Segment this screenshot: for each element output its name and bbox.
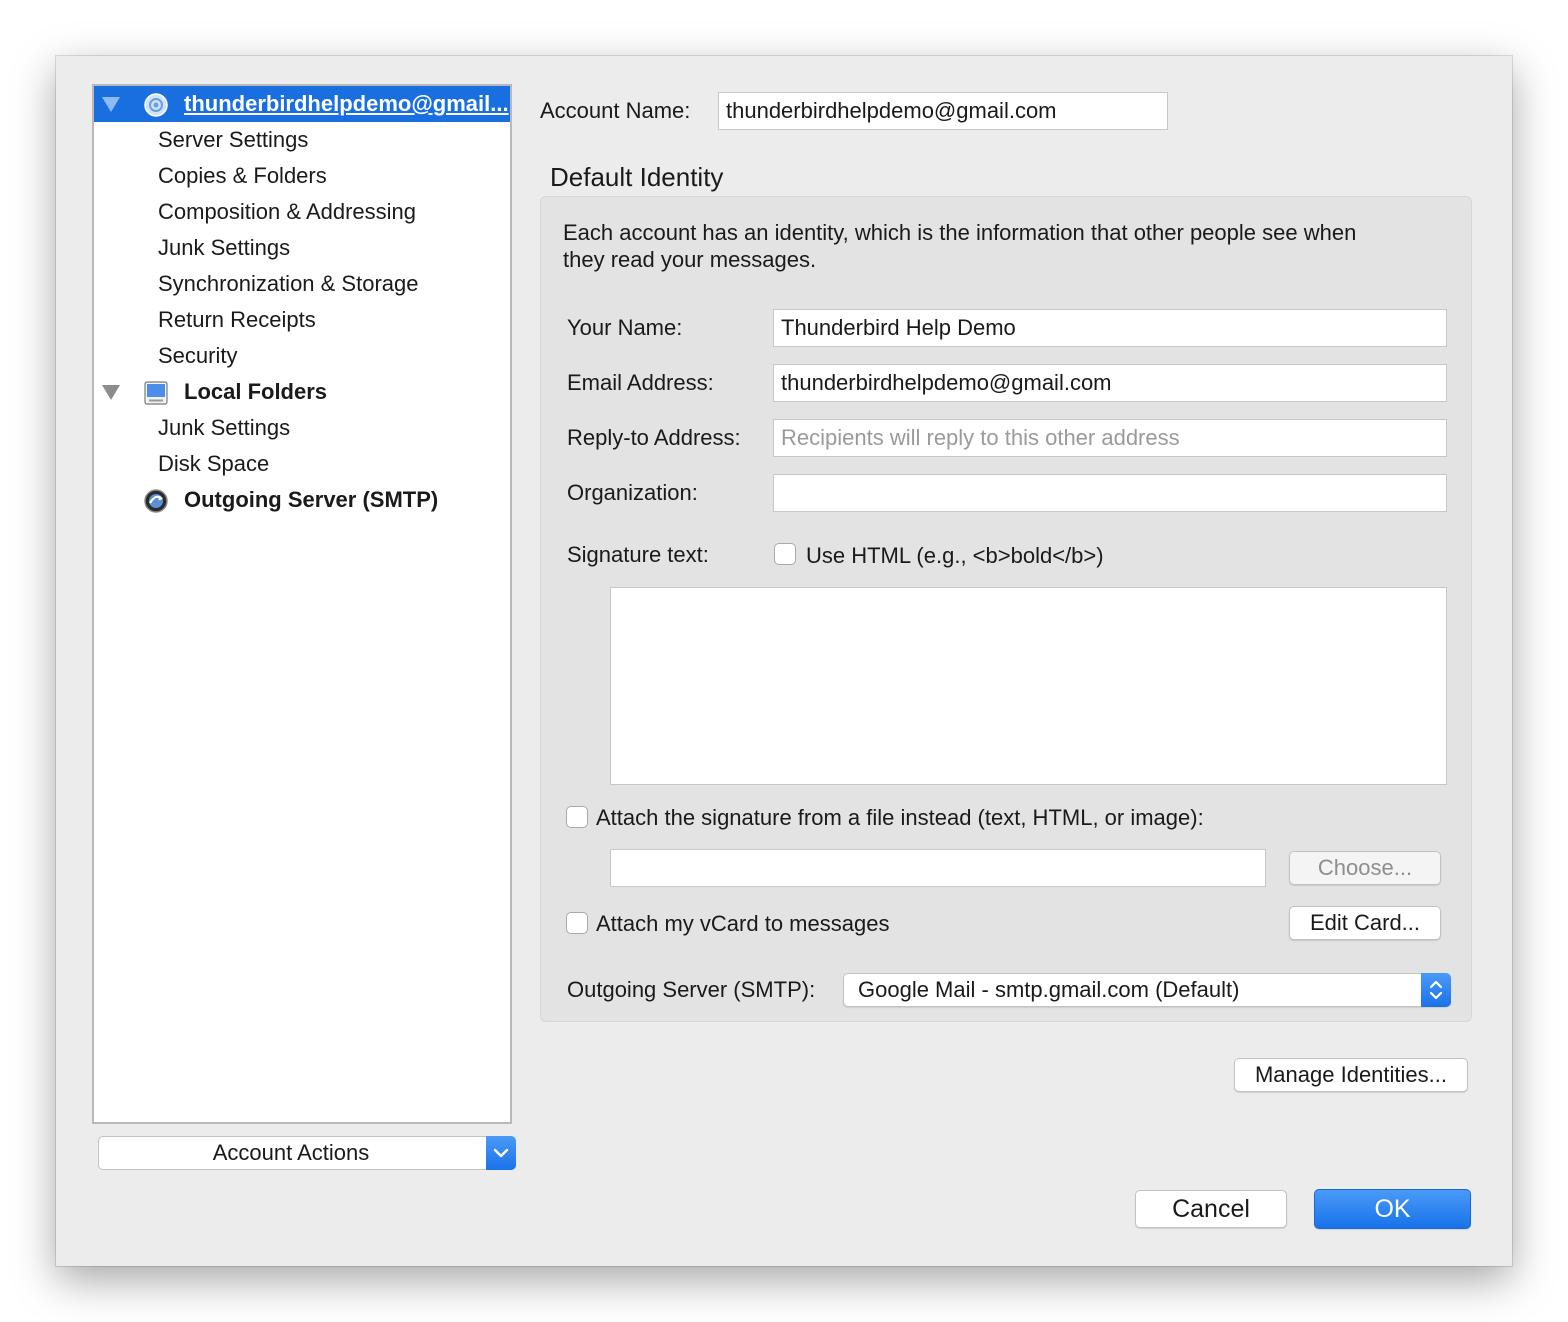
- manage-identities-button[interactable]: Manage Identities...: [1234, 1058, 1468, 1092]
- tree-item-label: Disk Space: [158, 451, 270, 476]
- tree-item-label: Server Settings: [158, 127, 309, 152]
- account-name-field[interactable]: thunderbirdhelpdemo@gmail.com: [718, 92, 1168, 130]
- tree-item-composition-addressing[interactable]: Composition & Addressing: [94, 194, 510, 230]
- tree-item-label: Security: [158, 343, 238, 368]
- tree-item-synchronization-storage[interactable]: Synchronization & Storage: [94, 266, 510, 302]
- computer-icon: [144, 380, 168, 405]
- reply-to-field[interactable]: Recipients will reply to this other addr…: [773, 419, 1447, 457]
- tree-item-label: Local Folders: [184, 379, 328, 404]
- use-html-checkbox[interactable]: [774, 543, 796, 565]
- signature-textarea[interactable]: [610, 587, 1447, 785]
- ok-button[interactable]: OK: [1314, 1189, 1471, 1229]
- tree-item-label: Copies & Folders: [158, 163, 327, 188]
- tree-item-label: Outgoing Server (SMTP): [184, 487, 439, 512]
- attach-signature-checkbox[interactable]: [566, 806, 588, 828]
- edit-card-button[interactable]: Edit Card...: [1289, 906, 1441, 940]
- tree-item-account[interactable]: thunderbirdhelpdemo@gmail...: [94, 86, 510, 122]
- tree-item-outgoing-server[interactable]: Outgoing Server (SMTP): [94, 482, 510, 518]
- outgoing-server-select[interactable]: Google Mail - smtp.gmail.com (Default): [843, 973, 1451, 1007]
- tree-item-label: thunderbirdhelpdemo@gmail...: [184, 91, 509, 116]
- your-name-field[interactable]: Thunderbird Help Demo: [773, 309, 1447, 347]
- account-actions-label: Account Actions: [212, 1140, 370, 1165]
- tree-item-label: Return Receipts: [158, 307, 316, 332]
- tree-item-label: Synchronization & Storage: [158, 271, 419, 296]
- email-address-label: Email Address:: [567, 370, 714, 395]
- triangle-down-icon[interactable]: [102, 385, 120, 400]
- triangle-down-icon[interactable]: [102, 97, 120, 112]
- outgoing-server-label: Outgoing Server (SMTP):: [567, 977, 816, 1002]
- account-tree[interactable]: thunderbirdhelpdemo@gmail... Server Sett…: [92, 84, 512, 1124]
- globe-icon: [144, 488, 168, 513]
- tree-item-copies-folders[interactable]: Copies & Folders: [94, 158, 510, 194]
- signature-file-field[interactable]: [610, 849, 1266, 887]
- at-icon: [144, 92, 168, 117]
- tree-item-disk-space[interactable]: Disk Space: [94, 446, 510, 482]
- email-address-field[interactable]: thunderbirdhelpdemo@gmail.com: [773, 364, 1447, 402]
- outgoing-server-value: Google Mail - smtp.gmail.com (Default): [858, 977, 1240, 1002]
- tree-item-label: Junk Settings: [158, 415, 291, 440]
- reply-to-label: Reply-to Address:: [567, 425, 741, 450]
- organization-label: Organization:: [567, 480, 698, 505]
- attach-vcard-checkbox[interactable]: [566, 912, 588, 934]
- attach-vcard-label: Attach my vCard to messages: [596, 911, 890, 936]
- tree-item-local-folders[interactable]: Local Folders: [94, 374, 510, 410]
- signature-text-label: Signature text:: [567, 542, 709, 567]
- attach-signature-label: Attach the signature from a file instead…: [596, 805, 1204, 830]
- tree-item-server-settings[interactable]: Server Settings: [94, 122, 510, 158]
- identity-description-line2: they read your messages.: [563, 247, 817, 272]
- your-name-label: Your Name:: [567, 315, 683, 340]
- cancel-button[interactable]: Cancel: [1135, 1190, 1287, 1228]
- account-actions-button[interactable]: Account Actions: [98, 1136, 516, 1170]
- use-html-label: Use HTML (e.g., <b>bold</b>): [806, 543, 1104, 568]
- tree-item-label: Composition & Addressing: [158, 199, 417, 224]
- tree-item-label: Junk Settings: [158, 235, 291, 260]
- tree-item-return-receipts[interactable]: Return Receipts: [94, 302, 510, 338]
- choose-button[interactable]: Choose...: [1289, 851, 1441, 885]
- tree-item-security[interactable]: Security: [94, 338, 510, 374]
- default-identity-heading: Default Identity: [550, 162, 724, 192]
- chevron-updown-icon: [1421, 973, 1451, 1007]
- chevron-down-icon: [486, 1136, 516, 1170]
- account-settings-window: thunderbirdhelpdemo@gmail... Server Sett…: [56, 56, 1512, 1266]
- account-name-label: Account Name:: [540, 98, 691, 123]
- organization-field[interactable]: [773, 474, 1447, 512]
- tree-item-junk-settings[interactable]: Junk Settings: [94, 230, 510, 266]
- tree-item-local-junk-settings[interactable]: Junk Settings: [94, 410, 510, 446]
- identity-description-line1: Each account has an identity, which is t…: [563, 220, 1357, 245]
